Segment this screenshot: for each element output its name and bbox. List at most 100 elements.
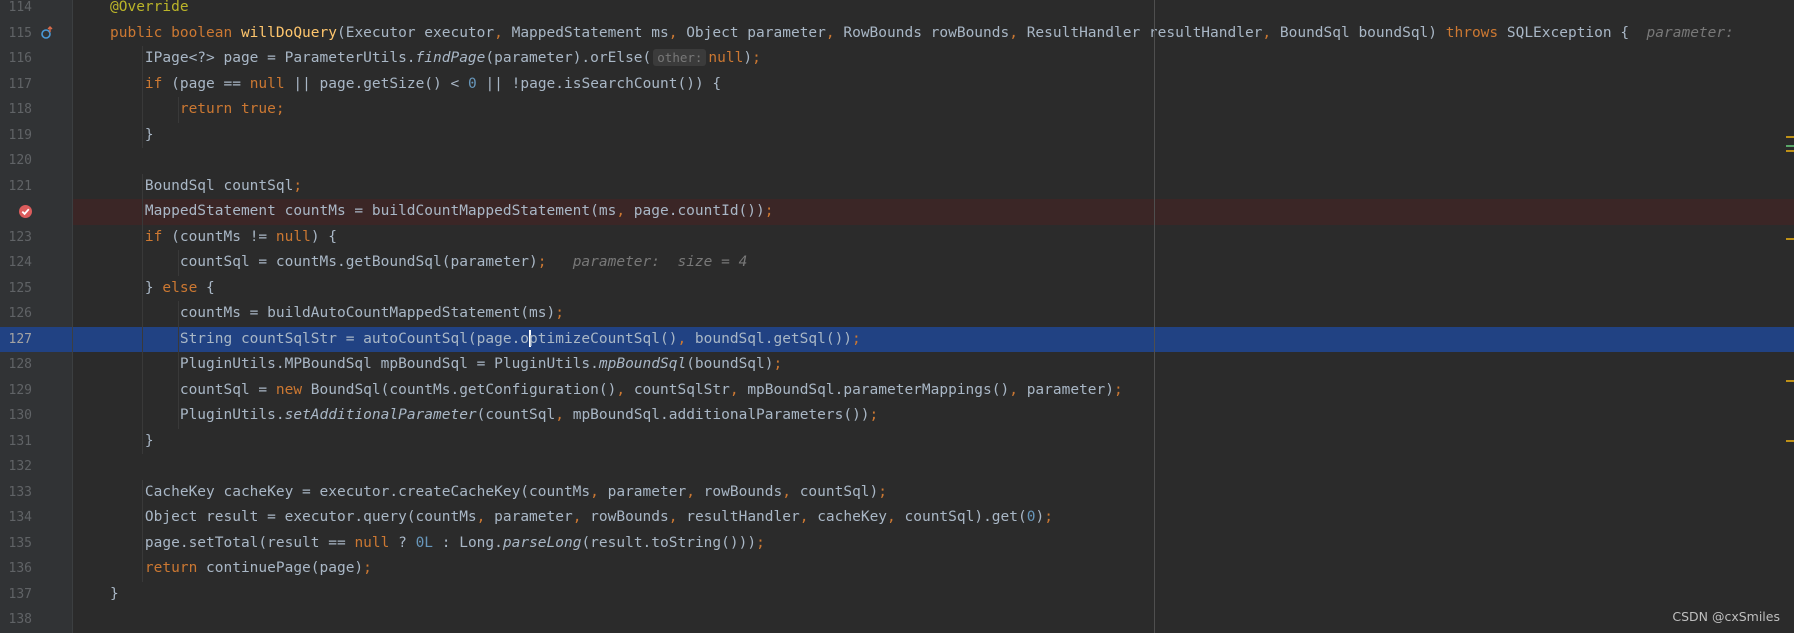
code-line[interactable]: 130 PluginUtils.setAdditionalParameter(c…: [0, 403, 1794, 429]
gutter[interactable]: 118: [0, 97, 72, 123]
gutter[interactable]: 129: [0, 377, 72, 404]
gutter[interactable]: 123: [0, 224, 72, 251]
code-line[interactable]: 116 IPage<?> page = ParameterUtils.findP…: [0, 46, 1794, 72]
code-line[interactable]: 132: [0, 454, 1794, 480]
stripe-marker[interactable]: [1786, 440, 1794, 442]
code-line[interactable]: 117 if (page == null || page.getSize() <…: [0, 71, 1794, 98]
code-line[interactable]: 124 countSql = countMs.getBoundSql(param…: [0, 250, 1794, 276]
code-line[interactable]: 129 countSql = new BoundSql(countMs.getC…: [0, 377, 1794, 404]
line-number[interactable]: 126: [0, 301, 32, 327]
line-number[interactable]: 133: [0, 480, 32, 506]
code-editor[interactable]: 114 @Override 115 public boolean willDoQuer…: [0, 0, 1794, 633]
line-number[interactable]: 135: [0, 531, 32, 557]
line-number[interactable]: 117: [0, 72, 32, 98]
code-text[interactable]: @Override: [110, 0, 189, 21]
gutter[interactable]: 115: [0, 20, 72, 47]
breakpoint-icon[interactable]: [18, 199, 33, 225]
code-text[interactable]: PluginUtils.setAdditionalParameter(count…: [110, 403, 878, 429]
line-number[interactable]: 123: [0, 225, 32, 251]
gutter[interactable]: 128: [0, 352, 72, 378]
gutter[interactable]: 134: [0, 505, 72, 531]
error-stripe[interactable]: [1784, 0, 1794, 633]
gutter[interactable]: 138: [0, 607, 72, 633]
code-text[interactable]: Object result = executor.query(countMs, …: [110, 505, 1053, 531]
code-text[interactable]: countSql = new BoundSql(countMs.getConfi…: [110, 378, 1123, 404]
code-line[interactable]: 125 } else {: [0, 275, 1794, 302]
gutter[interactable]: [0, 199, 72, 225]
gutter[interactable]: 126: [0, 301, 72, 327]
line-number[interactable]: 121: [0, 174, 32, 200]
code-line[interactable]: 114 @Override: [0, 0, 1794, 21]
gutter[interactable]: 133: [0, 479, 72, 506]
line-number[interactable]: 130: [0, 403, 32, 429]
line-number[interactable]: 137: [0, 582, 32, 608]
line-number[interactable]: 134: [0, 505, 32, 531]
code-text[interactable]: String countSqlStr = autoCountSql(page.o…: [110, 327, 861, 353]
code-line[interactable]: 121 BoundSql countSql;: [0, 173, 1794, 200]
code-line[interactable]: 134 Object result = executor.query(count…: [0, 505, 1794, 531]
stripe-marker[interactable]: [1786, 238, 1794, 240]
code-line[interactable]: 133 CacheKey cacheKey = executor.createC…: [0, 479, 1794, 506]
code-line[interactable]: 131 }: [0, 428, 1794, 455]
code-text[interactable]: if (page == null || page.getSize() < 0 |…: [110, 72, 721, 98]
code-line[interactable]: 123 if (countMs != null) {: [0, 224, 1794, 251]
code-text[interactable]: public boolean willDoQuery(Executor exec…: [110, 21, 1743, 47]
gutter[interactable]: 127: [0, 326, 72, 353]
code-line[interactable]: 119 }: [0, 122, 1794, 149]
gutter[interactable]: 119: [0, 122, 72, 149]
line-number[interactable]: 116: [0, 46, 32, 72]
stripe-marker[interactable]: [1786, 145, 1794, 147]
code-line[interactable]: 126 countMs = buildAutoCountMappedStatem…: [0, 301, 1794, 327]
gutter[interactable]: 130: [0, 403, 72, 429]
line-number[interactable]: 132: [0, 454, 32, 480]
stripe-marker[interactable]: [1786, 380, 1794, 382]
code-text[interactable]: }: [110, 429, 154, 455]
code-line[interactable]: MappedStatement countMs = buildCountMapp…: [0, 199, 1794, 225]
code-text[interactable]: page.setTotal(result == null ? 0L : Long…: [110, 531, 765, 557]
code-text[interactable]: PluginUtils.MPBoundSql mpBoundSql = Plug…: [110, 352, 782, 378]
line-number[interactable]: 125: [0, 276, 32, 302]
code-text[interactable]: } else {: [110, 276, 215, 302]
code-text[interactable]: countMs = buildAutoCountMappedStatement(…: [110, 301, 564, 327]
gutter[interactable]: 125: [0, 275, 72, 302]
line-number[interactable]: 118: [0, 97, 32, 123]
gutter[interactable]: 136: [0, 556, 72, 582]
code-text[interactable]: BoundSql countSql;: [110, 174, 302, 200]
gutter[interactable]: 120: [0, 148, 72, 174]
code-line[interactable]: 136 return continuePage(page);: [0, 556, 1794, 582]
line-number[interactable]: 127: [0, 327, 32, 353]
code-text[interactable]: IPage<?> page = ParameterUtils.findPage(…: [110, 46, 761, 72]
code-line[interactable]: 115 public boolean willDoQuery(Executor e…: [0, 20, 1794, 47]
code-line[interactable]: 118 return true;: [0, 97, 1794, 123]
line-number[interactable]: 138: [0, 607, 32, 633]
gutter[interactable]: 116: [0, 46, 72, 72]
line-number[interactable]: 124: [0, 250, 32, 276]
line-number[interactable]: 131: [0, 429, 32, 455]
stripe-marker[interactable]: [1786, 136, 1794, 138]
code-line[interactable]: 137}: [0, 581, 1794, 608]
line-number[interactable]: 115: [0, 21, 32, 47]
gutter[interactable]: 124: [0, 250, 72, 276]
gutter[interactable]: 131: [0, 428, 72, 455]
gutter[interactable]: 132: [0, 454, 72, 480]
stripe-marker[interactable]: [1786, 150, 1794, 152]
code-line[interactable]: 127 String countSqlStr = autoCountSql(pa…: [0, 326, 1794, 353]
code-text[interactable]: CacheKey cacheKey = executor.createCache…: [110, 480, 887, 506]
code-text[interactable]: return true;: [110, 97, 285, 123]
line-number[interactable]: 114: [0, 0, 32, 21]
code-line[interactable]: 135 page.setTotal(result == null ? 0L : …: [0, 530, 1794, 557]
code-line[interactable]: 128 PluginUtils.MPBoundSql mpBoundSql = …: [0, 352, 1794, 378]
gutter[interactable]: 117: [0, 71, 72, 98]
code-text[interactable]: return continuePage(page);: [110, 556, 372, 582]
line-number[interactable]: 120: [0, 148, 32, 174]
gutter[interactable]: 121: [0, 173, 72, 200]
code-text[interactable]: }: [110, 582, 119, 608]
gutter[interactable]: 114: [0, 0, 72, 21]
implements-method-icon[interactable]: [40, 21, 54, 47]
code-line[interactable]: 138: [0, 607, 1794, 633]
line-number[interactable]: 128: [0, 352, 32, 378]
line-number[interactable]: 119: [0, 123, 32, 149]
code-text[interactable]: countSql = countMs.getBoundSql(parameter…: [110, 250, 747, 276]
code-text[interactable]: if (countMs != null) {: [110, 225, 337, 251]
line-number[interactable]: 129: [0, 378, 32, 404]
